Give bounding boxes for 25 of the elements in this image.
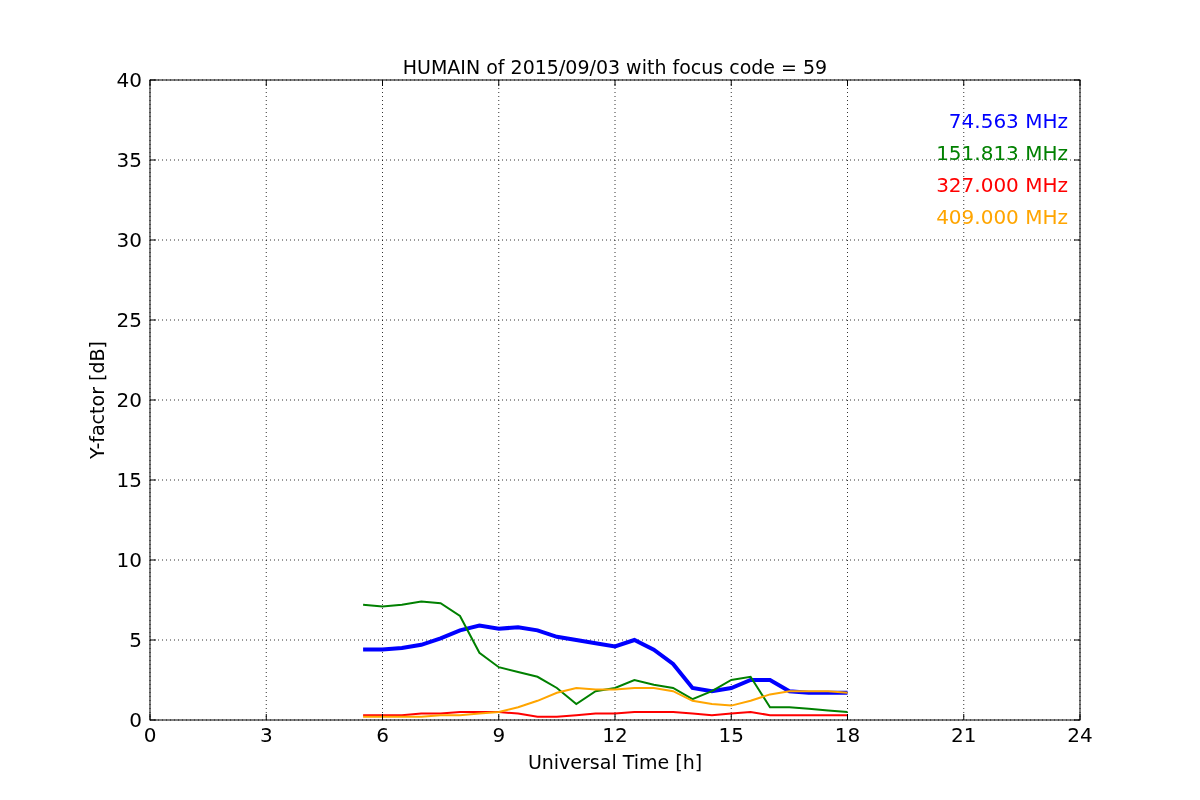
y-tick-label: 15 — [116, 468, 142, 492]
x-tick-label: 18 — [834, 723, 861, 747]
legend-label: 74.563 MHz — [948, 109, 1068, 133]
y-tick-label: 35 — [116, 148, 142, 172]
y-tick-label: 5 — [129, 628, 142, 652]
legend-label: 327.000 MHz — [936, 173, 1068, 197]
y-tick-label: 20 — [116, 388, 142, 412]
y-tick-label: 0 — [129, 708, 142, 732]
x-tick-label: 24 — [1067, 723, 1093, 747]
x-tick-label: 15 — [718, 723, 744, 747]
y-tick-label: 40 — [116, 68, 142, 92]
legend-label: 151.813 MHz — [936, 141, 1068, 165]
y-axis-title: Y-factor [dB] — [86, 341, 108, 459]
y-tick-label: 30 — [116, 228, 142, 252]
x-tick-label: 12 — [602, 723, 628, 747]
x-axis-title: Universal Time [h] — [527, 751, 703, 773]
y-tick-label: 10 — [116, 548, 142, 572]
x-tick-label: 0 — [143, 723, 157, 747]
x-tick-label: 21 — [951, 723, 977, 747]
y-tick-label: 25 — [116, 308, 142, 332]
chart-title: HUMAIN of 2015/09/03 with focus code = 59 — [402, 56, 828, 78]
x-tick-label: 3 — [259, 723, 273, 747]
x-tick-label: 6 — [376, 723, 389, 747]
x-tick-label: 9 — [492, 723, 506, 747]
legend-label: 409.000 MHz — [936, 205, 1068, 229]
